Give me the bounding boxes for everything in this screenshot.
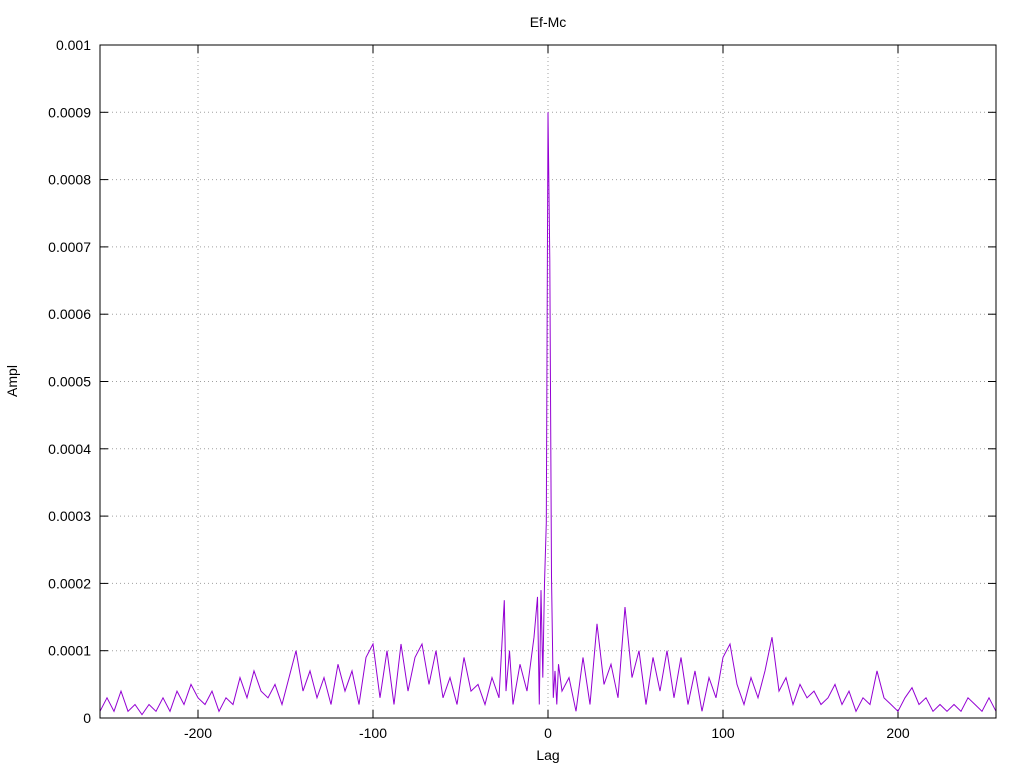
x-tick-label: 200 xyxy=(886,725,910,741)
x-tick-labels: -200 -100 0 100 200 xyxy=(184,725,910,741)
y-tick-label: 0.001 xyxy=(56,37,91,53)
x-tick-label: 100 xyxy=(711,725,735,741)
y-tick-label: 0.0003 xyxy=(48,508,91,524)
x-tick-label: 0 xyxy=(544,725,552,741)
y-tick-label: 0.0008 xyxy=(48,172,91,188)
x-tick-label: -200 xyxy=(184,725,212,741)
chart: 0 0.0001 0.0002 0.0003 0.0004 0.0005 0.0006 0.0… xyxy=(4,14,997,763)
x-axis-label: Lag xyxy=(536,747,559,763)
y-axis-label: Ampl xyxy=(4,365,20,397)
y-tick-label: 0.0009 xyxy=(48,104,91,120)
y-tick-label: 0.0001 xyxy=(48,643,91,659)
y-tick-label: 0.0007 xyxy=(48,239,91,255)
x-tick-label: -100 xyxy=(359,725,387,741)
y-tick-label: 0.0002 xyxy=(48,575,91,591)
y-tick-label: 0.0006 xyxy=(48,306,91,322)
y-tick-label: 0.0004 xyxy=(48,441,91,457)
y-tick-label: 0.0005 xyxy=(48,374,91,390)
y-tick-label: 0 xyxy=(83,710,91,726)
chart-title: Ef-Mc xyxy=(530,14,567,30)
y-tick-labels: 0 0.0001 0.0002 0.0003 0.0004 0.0005 0.0006 0.0… xyxy=(48,37,91,726)
